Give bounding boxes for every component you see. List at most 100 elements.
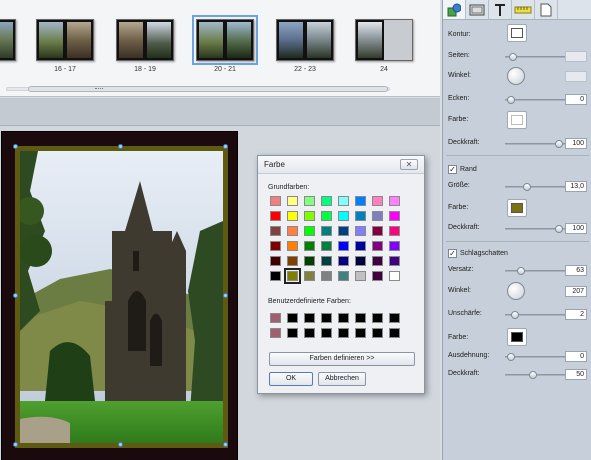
slider-knob[interactable] [509,53,517,61]
basic-color-swatch[interactable] [372,256,383,266]
custom-color-swatch[interactable] [287,328,298,338]
basic-color-swatch[interactable] [372,241,383,251]
basic-color-swatch[interactable] [321,211,332,221]
custom-color-swatch[interactable] [270,313,281,323]
spread-thumbnail-18-19[interactable] [116,19,174,61]
basic-color-swatch[interactable] [355,256,366,266]
schatten-checkbox[interactable]: ✓ [448,249,457,258]
close-button[interactable]: ✕ [400,159,418,170]
basic-color-swatch[interactable] [270,226,281,236]
seiten-input[interactable] [565,51,587,62]
basic-color-swatch[interactable] [389,226,400,236]
basic-color-swatch[interactable] [338,196,349,206]
deckkraft-input[interactable]: 50 [565,369,587,380]
unschaerfe-input[interactable]: 2 [565,309,587,320]
deckkraft-input[interactable]: 100 [565,138,587,149]
resize-handle[interactable] [13,144,18,149]
basic-color-swatch[interactable] [389,271,400,281]
winkel-input[interactable] [565,71,587,82]
basic-color-swatch[interactable] [389,256,400,266]
basic-color-swatch[interactable] [321,226,332,236]
tab-frame[interactable] [466,0,489,19]
custom-color-swatch[interactable] [355,328,366,338]
custom-color-swatch[interactable] [321,313,332,323]
basic-color-swatch[interactable] [355,271,366,281]
deckkraft-input[interactable]: 100 [565,223,587,234]
ecken-slider[interactable] [505,96,565,104]
basic-color-swatch[interactable] [355,241,366,251]
deckkraft-slider[interactable] [505,225,565,233]
basic-color-swatch[interactable] [287,241,298,251]
cancel-button[interactable]: Abbrechen [318,372,366,386]
define-colors-button[interactable]: Farben definieren >> [269,352,415,366]
custom-color-swatch[interactable] [338,313,349,323]
slider-knob[interactable] [507,96,515,104]
border-color-button[interactable] [507,199,527,217]
selected-photo[interactable] [20,151,223,443]
spread-thumbnail-24[interactable] [355,19,413,61]
basic-color-swatch[interactable] [287,256,298,266]
custom-color-swatch[interactable] [321,328,332,338]
slider-knob[interactable] [555,225,563,233]
basic-color-swatch[interactable] [287,226,298,236]
custom-color-swatch[interactable] [270,328,281,338]
spread-thumbnail[interactable] [0,19,16,61]
basic-color-swatch[interactable] [338,241,349,251]
basic-color-swatch[interactable] [304,211,315,221]
basic-color-swatch[interactable] [372,226,383,236]
basic-color-swatch[interactable] [270,211,281,221]
slider-knob[interactable] [517,267,525,275]
thumbnail-scrollbar[interactable] [0,84,440,93]
basic-color-swatch[interactable] [338,211,349,221]
resize-handle[interactable] [223,442,228,447]
basic-color-swatch[interactable] [321,241,332,251]
tab-shapes[interactable] [443,0,466,19]
winkel-dial[interactable] [507,67,525,85]
deckkraft-slider[interactable] [505,140,565,148]
tab-ruler[interactable] [512,0,535,19]
slider-knob[interactable] [529,371,537,379]
scrollbar-thumb[interactable] [28,86,388,92]
custom-color-swatch[interactable] [372,328,383,338]
resize-handle[interactable] [13,442,18,447]
basic-color-swatch[interactable] [321,271,332,281]
resize-handle[interactable] [13,293,18,298]
kontur-shape-button[interactable] [507,24,527,42]
basic-color-swatch[interactable] [270,256,281,266]
basic-color-swatch[interactable] [389,196,400,206]
versatz-slider[interactable] [505,267,565,275]
deckkraft-slider[interactable] [505,371,565,379]
basic-color-swatch[interactable] [270,196,281,206]
basic-color-swatch[interactable] [304,226,315,236]
custom-color-swatch[interactable] [287,313,298,323]
slider-knob[interactable] [523,183,531,191]
basic-color-swatch[interactable] [321,196,332,206]
dialog-titlebar[interactable]: Farbe ✕ [258,156,424,174]
basic-color-swatch[interactable] [372,211,383,221]
ok-button[interactable]: OK [269,372,313,386]
custom-color-swatch[interactable] [304,313,315,323]
basic-color-swatch[interactable] [355,226,366,236]
basic-color-swatch[interactable] [304,271,315,281]
custom-color-swatch[interactable] [372,313,383,323]
basic-color-swatch[interactable] [372,271,383,281]
basic-color-swatch[interactable] [270,241,281,251]
groesse-slider[interactable] [505,183,565,191]
slider-knob[interactable] [507,353,515,361]
basic-color-swatch[interactable] [270,271,281,281]
unschaerfe-slider[interactable] [505,311,565,319]
custom-color-swatch[interactable] [338,328,349,338]
spread-thumbnail-22-23[interactable] [276,19,334,61]
shadow-color-button[interactable] [507,328,527,346]
custom-color-swatch[interactable] [389,328,400,338]
basic-color-swatch[interactable] [304,256,315,266]
custom-color-swatch[interactable] [389,313,400,323]
schatten-winkel-dial[interactable] [507,282,525,300]
tab-page[interactable] [535,0,558,19]
basic-color-swatch[interactable] [287,196,298,206]
custom-color-swatch[interactable] [355,313,366,323]
basic-color-swatch[interactable] [338,226,349,236]
ausdehnung-input[interactable]: 0 [565,351,587,362]
basic-color-swatch[interactable] [321,256,332,266]
basic-color-swatch[interactable] [389,241,400,251]
